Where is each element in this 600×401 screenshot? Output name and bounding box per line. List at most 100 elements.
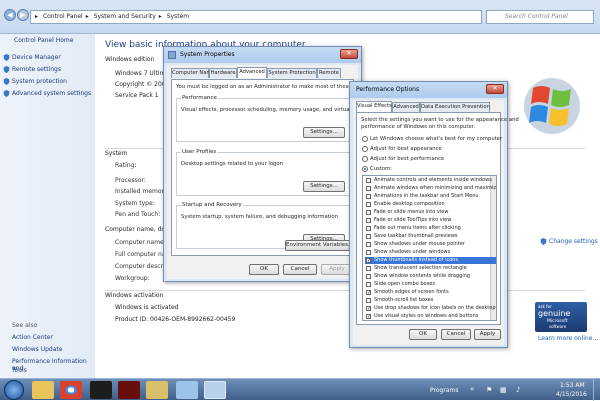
file-explorer-icon[interactable]	[32, 381, 54, 399]
radio-custom[interactable]	[362, 166, 368, 172]
breadcrumb[interactable]: ▸ Control Panel ▸ System and Security ▸ Sy…	[30, 10, 482, 24]
learn-more-link[interactable]: Learn more online...	[538, 335, 598, 342]
tray-chevron-icon[interactable]: «	[470, 385, 474, 393]
paint-icon[interactable]	[146, 381, 168, 399]
effect-item[interactable]: Animate controls and elements inside win…	[365, 177, 496, 184]
app-icon[interactable]	[90, 381, 112, 399]
effect-label: Show shadows under windows	[374, 249, 451, 255]
effect-checkbox[interactable]: ✓	[366, 290, 371, 296]
effect-item[interactable]: Animations in the taskbar and Start Menu	[365, 193, 496, 200]
effect-item[interactable]: Show shadows under windows	[365, 249, 496, 256]
effect-item[interactable]: Slide open combo boxes	[365, 281, 496, 288]
effect-item[interactable]: ✓ Show thumbnails instead of icons	[365, 257, 496, 264]
user-profiles-settings-button[interactable]: Settings...	[303, 181, 345, 192]
app-icon[interactable]	[176, 381, 198, 399]
tab-system-protection[interactable]: System Protection	[267, 68, 317, 78]
effect-item[interactable]: Save taskbar thumbnail previews	[365, 233, 496, 240]
chrome-icon[interactable]	[60, 381, 82, 399]
app-icon[interactable]	[118, 381, 140, 399]
effect-checkbox[interactable]	[366, 274, 371, 279]
effect-checkbox[interactable]: ✓	[366, 258, 371, 264]
tray-flag-icon[interactable]: ⚑	[486, 386, 492, 394]
radio-best-performance[interactable]	[362, 156, 368, 162]
effect-checkbox[interactable]	[366, 226, 371, 231]
shield-icon	[3, 90, 10, 97]
remote-settings-link[interactable]: Remote settings	[12, 66, 61, 73]
effect-checkbox[interactable]	[366, 186, 371, 191]
effect-checkbox[interactable]	[366, 210, 371, 215]
effect-item[interactable]: Fade out menu items after clicking	[365, 225, 496, 232]
show-desktop-button[interactable]	[593, 379, 600, 401]
clock-time[interactable]: 1:53 AM	[560, 382, 585, 389]
radio-best-appearance[interactable]	[362, 146, 368, 152]
environment-variables-button[interactable]: Environment Variables...	[285, 240, 353, 251]
effect-item[interactable]: Show shadows under mouse pointer	[365, 241, 496, 248]
apply-button[interactable]: Apply	[474, 329, 501, 340]
forward-icon[interactable]: ▶	[17, 9, 29, 21]
tab-advanced[interactable]: Advanced	[392, 102, 420, 112]
network-icon[interactable]: ▦	[500, 386, 507, 394]
control-panel-icon[interactable]	[204, 381, 226, 399]
advanced-system-settings-link[interactable]: Advanced system settings	[12, 90, 91, 97]
system-protection-link[interactable]: System protection	[12, 78, 67, 85]
effect-item[interactable]: ✓ Smooth edges of screen fonts	[365, 289, 496, 296]
device-manager-link[interactable]: Device Manager	[12, 54, 61, 61]
start-button[interactable]	[4, 380, 24, 400]
effect-checkbox[interactable]	[366, 234, 371, 239]
programs-toolbar[interactable]: Programs	[430, 387, 458, 394]
clock-date[interactable]: 4/15/2016	[556, 391, 587, 398]
effect-item[interactable]: Fade or slide ToolTips into view	[365, 217, 496, 224]
user-profiles-group: User Profiles Desktop settings related t…	[176, 149, 350, 196]
dialog-title: Performance Options	[350, 82, 507, 98]
visual-effects-list[interactable]: Animate controls and elements inside win…	[362, 175, 497, 321]
breadcrumb-item[interactable]: Control Panel	[43, 13, 83, 20]
radio-let-windows-choose[interactable]	[362, 136, 368, 142]
performance-settings-button[interactable]: Settings...	[303, 127, 345, 138]
effect-item[interactable]: Enable desktop composition	[365, 201, 496, 208]
effect-checkbox[interactable]	[366, 266, 371, 271]
effect-checkbox[interactable]	[366, 202, 371, 207]
tab-visual-effects[interactable]: Visual Effects	[356, 101, 392, 112]
performance-information-link-cont[interactable]: Tools	[12, 367, 27, 374]
effect-checkbox[interactable]	[366, 242, 371, 247]
windows-update-link[interactable]: Windows Update	[12, 346, 62, 353]
tab-hardware[interactable]: Hardware	[209, 68, 237, 78]
tab-data-execution-prevention[interactable]: Data Execution Prevention	[420, 102, 490, 112]
effect-checkbox[interactable]	[366, 250, 371, 255]
effect-checkbox[interactable]	[366, 178, 371, 183]
cancel-button[interactable]: Cancel	[283, 264, 317, 275]
shield-icon	[540, 238, 547, 245]
close-icon[interactable]: ✕	[486, 84, 504, 94]
control-panel-home-link[interactable]: Control Panel Home	[14, 37, 73, 44]
effect-checkbox[interactable]: ✓	[366, 314, 371, 320]
effect-item[interactable]: Fade or slide menus into view	[365, 209, 496, 216]
back-icon[interactable]: ◀	[4, 9, 16, 21]
action-center-link[interactable]: Action Center	[12, 334, 53, 341]
effect-checkbox[interactable]	[366, 282, 371, 287]
effect-checkbox[interactable]	[366, 194, 371, 199]
effect-label: Fade out menu items after clicking	[374, 225, 461, 231]
tab-computer-name[interactable]: Computer Name	[171, 68, 215, 78]
tab-remote[interactable]: Remote	[317, 68, 341, 78]
effect-checkbox[interactable]	[366, 298, 371, 303]
effect-item[interactable]: Smooth-scroll list boxes	[365, 297, 496, 304]
volume-icon[interactable]: ♪	[516, 386, 520, 394]
breadcrumb-item[interactable]: System and Security	[94, 13, 156, 20]
close-icon[interactable]: ✕	[340, 49, 358, 59]
ok-button[interactable]: OK	[249, 264, 279, 275]
breadcrumb-item[interactable]: System	[167, 13, 189, 20]
change-settings-link[interactable]: Change settings	[549, 238, 598, 245]
ok-button[interactable]: OK	[409, 329, 437, 340]
effect-item[interactable]: ✓ Use drop shadows for icon labels on the…	[365, 305, 496, 312]
effect-item[interactable]: Animate windows when minimizing and maxi…	[365, 185, 496, 192]
search-input[interactable]: Search Control Panel	[486, 10, 594, 24]
effect-item[interactable]: Show window contents while dragging	[365, 273, 496, 280]
divider	[105, 290, 585, 291]
effect-checkbox[interactable]: ✓	[366, 306, 371, 312]
effect-checkbox[interactable]	[366, 218, 371, 223]
tab-advanced[interactable]: Advanced	[237, 67, 267, 78]
cancel-button[interactable]: Cancel	[441, 329, 471, 340]
effect-item[interactable]: Show translucent selection rectangle	[365, 265, 496, 272]
effect-item[interactable]: ✓ Use visual styles on windows and button…	[365, 313, 496, 320]
product-id: Product ID: 00426-OEM-8992662-00459	[115, 316, 236, 323]
